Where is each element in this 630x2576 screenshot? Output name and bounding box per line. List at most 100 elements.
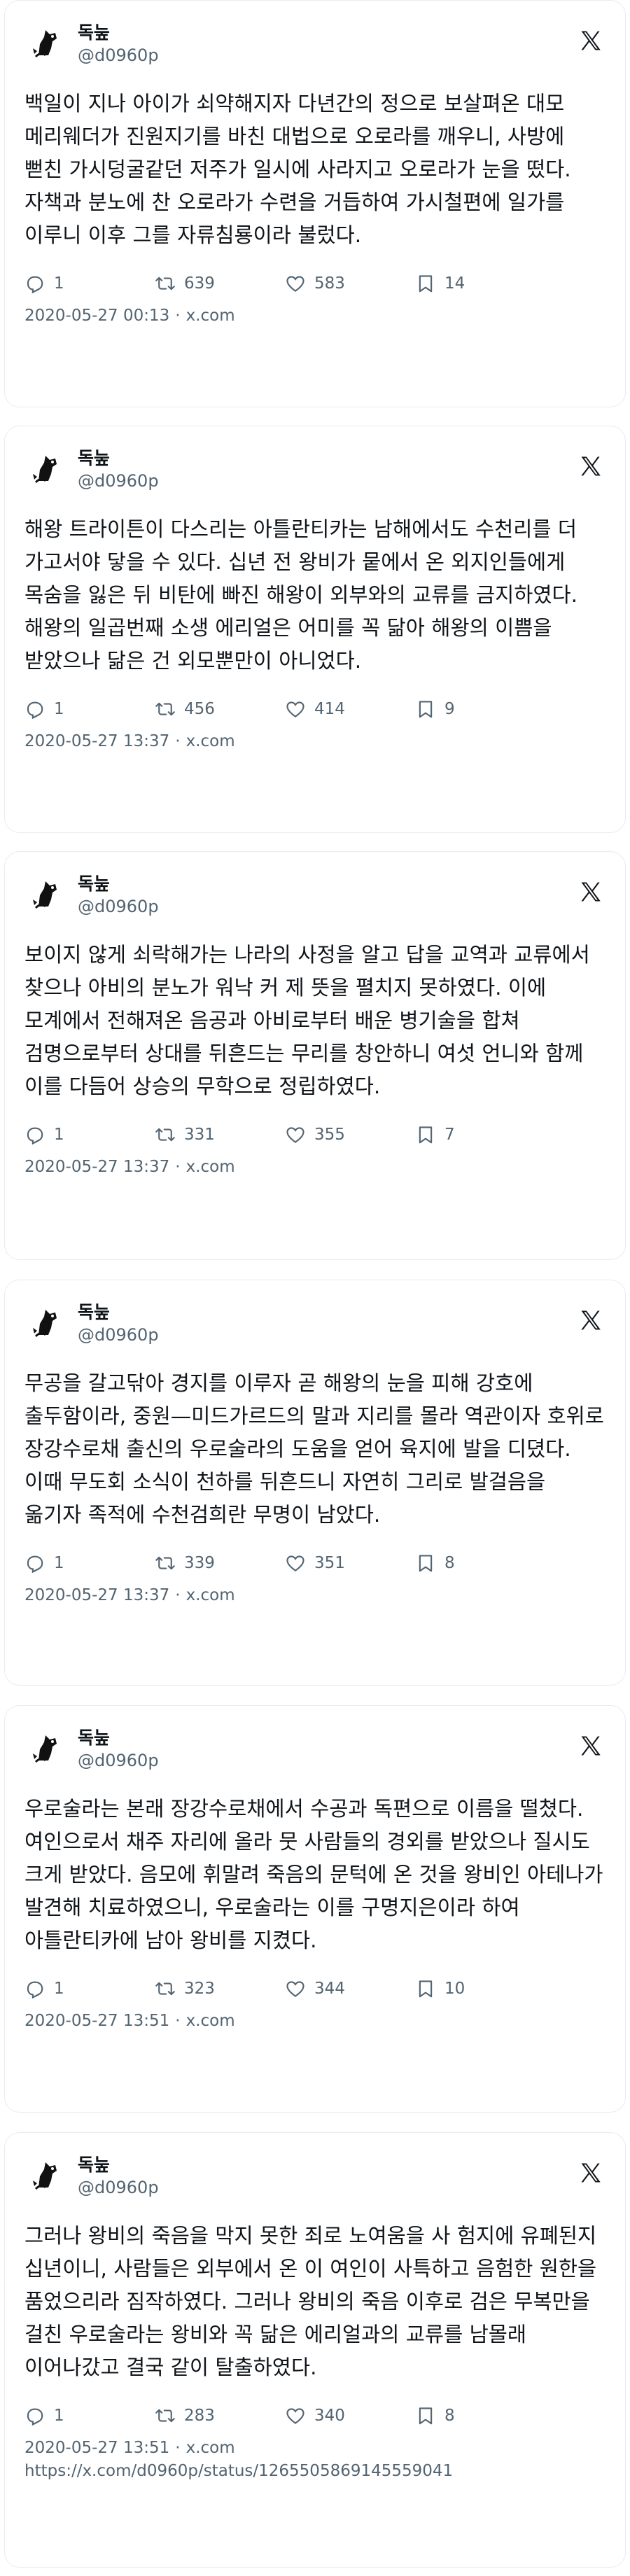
reply-count: 1 [54,2407,64,2425]
reply-button[interactable]: 1 [24,699,155,720]
avatar[interactable] [24,20,69,65]
avatar[interactable] [24,1726,69,1770]
bookmark-button[interactable]: 9 [415,699,545,720]
tweet-text: 백일이 지나 아이가 쇠약해지자 다년간의 정으로 보살펴온 대모 메리웨더가 … [24,92,571,247]
reply-count: 1 [54,274,64,293]
timestamp[interactable]: 2020-05-27 13:37 [24,1158,169,1176]
retweet-button[interactable]: 339 [155,1553,285,1574]
retweet-icon [155,702,175,716]
like-button[interactable]: 414 [285,699,415,720]
reply-button[interactable]: 1 [24,1124,155,1145]
display-name[interactable]: 독눞 [78,447,159,470]
x-logo-icon[interactable] [579,2161,603,2185]
tweet-actions: 1 283 340 8 [24,2400,606,2432]
source-link[interactable]: x.com [186,2012,235,2030]
tweet-card[interactable]: 독눞 @d0960p 백일이 지나 아이가 쇠약해지자 다년간의 정으로 보살펴… [4,0,626,407]
timestamp[interactable]: 2020-05-27 13:51 [24,2012,169,2030]
bookmark-count: 9 [444,700,455,718]
bookmark-icon [419,275,433,293]
x-logo-icon[interactable] [579,1308,603,1332]
heart-icon [286,701,304,718]
tweet-url[interactable]: https://x.com/d0960p/status/126550586914… [24,2460,606,2482]
user-handle[interactable]: @d0960p [78,1324,159,1346]
timestamp[interactable]: 2020-05-27 13:37 [24,1586,169,1604]
source-link[interactable]: x.com [186,1586,235,1604]
display-name[interactable]: 독눞 [78,22,159,44]
display-name[interactable]: 독눞 [78,2154,159,2176]
bookmark-button[interactable]: 8 [415,2405,545,2426]
separator-dot: · [175,2439,181,2457]
retweet-button[interactable]: 283 [155,2405,285,2426]
like-count: 351 [314,1554,345,1572]
avatar[interactable] [24,1300,69,1345]
like-button[interactable]: 340 [285,2405,415,2426]
avatar-icon [25,2153,69,2197]
bookmark-button[interactable]: 8 [415,1553,545,1574]
reply-button[interactable]: 1 [24,273,155,294]
tweet-actions: 1 331 355 7 [24,1119,606,1151]
tweet-header: 독눞 @d0960p [24,872,606,923]
like-button[interactable]: 583 [285,273,415,294]
bookmark-button[interactable]: 7 [415,1124,545,1145]
user-handle[interactable]: @d0960p [78,1749,159,1772]
tweet-card[interactable]: 독눞 @d0960p 보이지 않게 쇠락해가는 나라의 사정을 알고 답을 교역… [4,851,626,1260]
retweet-button[interactable]: 456 [155,699,285,720]
reply-button[interactable]: 1 [24,1978,155,1999]
bookmark-button[interactable]: 14 [415,273,545,294]
display-name[interactable]: 독눞 [78,1301,159,1324]
retweet-button[interactable]: 331 [155,1124,285,1145]
avatar[interactable] [24,872,69,916]
tweet-meta: 2020-05-27 13:37 · x.com [24,729,606,753]
avatar[interactable] [24,2152,69,2197]
tweet-card[interactable]: 독눞 @d0960p 우로술라는 본래 장강수로채에서 수공과 독편으로 이름을… [4,1705,626,2113]
reply-button[interactable]: 1 [24,2405,155,2426]
tweet-text: 보이지 않게 쇠락해가는 나라의 사정을 알고 답을 교역과 교류에서 찾으나 … [24,943,590,1098]
tweet-text: 우로술라는 본래 장강수로채에서 수공과 독편으로 이름을 떨쳤다. 여인으로서… [24,1797,603,1952]
x-logo-icon[interactable] [579,1734,603,1758]
reply-button[interactable]: 1 [24,1553,155,1574]
tweet-meta: 2020-05-27 13:51 · x.com [24,2436,606,2460]
retweet-count: 456 [184,700,215,718]
display-name[interactable]: 독눞 [78,1727,159,1749]
tweet-card[interactable]: 독눞 @d0960p 그러나 왕비의 죽음을 막지 못한 죄로 노여움을 사 험… [4,2132,626,2568]
user-handle[interactable]: @d0960p [78,470,159,492]
avatar[interactable] [24,446,69,491]
retweet-icon [155,276,175,290]
user-handle[interactable]: @d0960p [78,2176,159,2199]
tweet-text: 해왕 트라이튼이 다스리는 아틀란티카는 남해에서도 수천리를 더 가고서야 닿… [24,517,578,673]
tweet-card[interactable]: 독눞 @d0960p 무공을 갈고닦아 경지를 이루자 곧 해왕의 눈을 피해 … [4,1280,626,1686]
timestamp[interactable]: 2020-05-27 00:13 [24,307,169,325]
source-link[interactable]: x.com [186,2439,235,2457]
timestamp[interactable]: 2020-05-27 13:37 [24,732,169,750]
reply-count: 1 [54,1554,64,1572]
heart-icon [286,276,304,292]
tweet-card[interactable]: 독눞 @d0960p 해왕 트라이튼이 다스리는 아틀란티카는 남해에서도 수천… [4,426,626,833]
like-button[interactable]: 355 [285,1124,415,1145]
timestamp[interactable]: 2020-05-27 13:51 [24,2439,169,2457]
retweet-button[interactable]: 323 [155,1978,285,1999]
like-count: 340 [314,2407,345,2425]
source-link[interactable]: x.com [186,1158,235,1176]
x-logo-icon[interactable] [579,454,603,478]
user-handle[interactable]: @d0960p [78,44,159,66]
source-link[interactable]: x.com [186,732,235,750]
separator-dot: · [175,732,181,750]
bookmark-count: 8 [444,2407,455,2425]
like-button[interactable]: 344 [285,1978,415,1999]
tweet-actions: 1 639 583 14 [24,267,606,300]
retweet-icon [155,1556,175,1570]
tweet-actions: 1 456 414 9 [24,693,606,725]
reply-icon [27,2408,43,2426]
tweet-meta: 2020-05-27 13:37 · x.com [24,1155,606,1179]
x-logo-icon[interactable] [579,880,603,904]
bookmark-button[interactable]: 10 [415,1978,545,1999]
tweet-meta: 2020-05-27 13:37 · x.com [24,1583,606,1607]
heart-icon [286,1981,304,1997]
retweet-button[interactable]: 639 [155,273,285,294]
display-name[interactable]: 독눞 [78,873,159,895]
like-button[interactable]: 351 [285,1553,415,1574]
source-link[interactable]: x.com [186,307,235,325]
user-handle[interactable]: @d0960p [78,895,159,918]
reply-count: 1 [54,1980,64,1998]
x-logo-icon[interactable] [579,29,603,52]
